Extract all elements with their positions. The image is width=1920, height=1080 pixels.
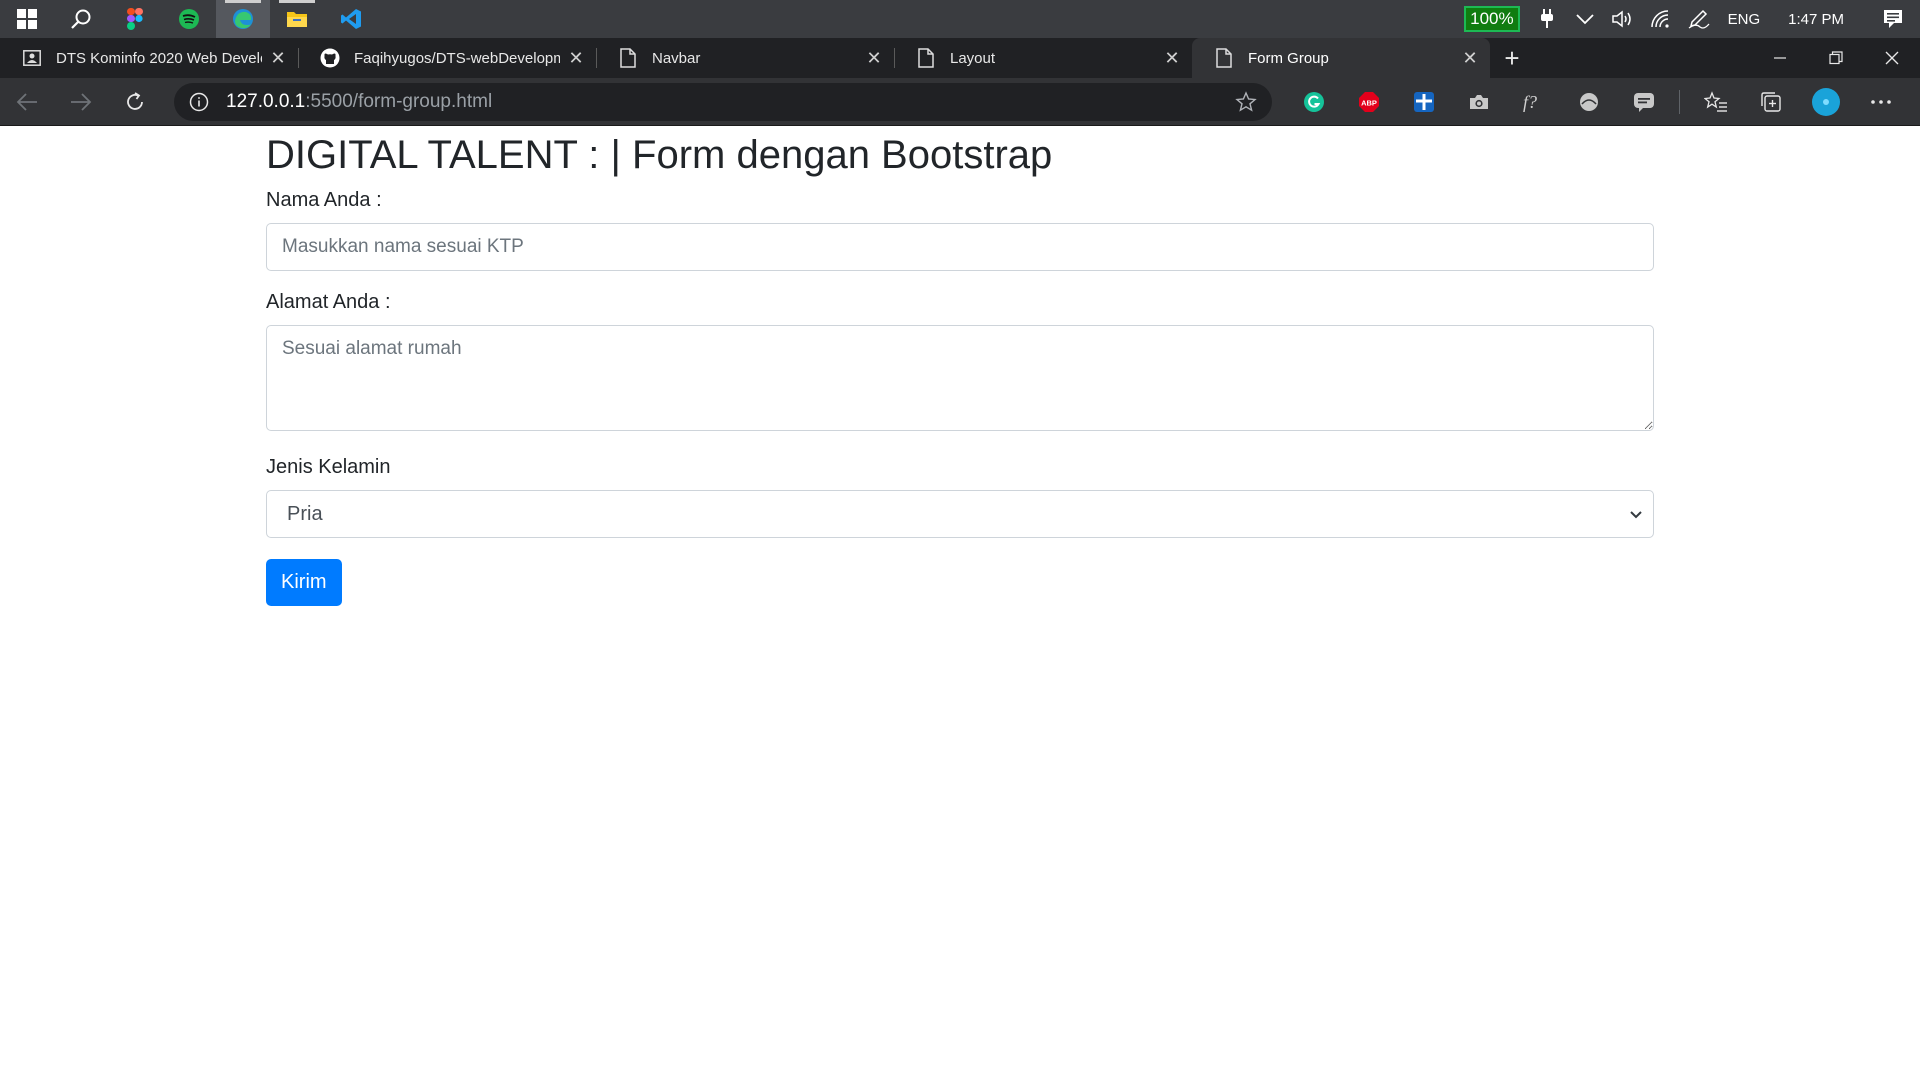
svg-text:ABP: ABP — [1361, 98, 1377, 107]
browser-toolbar: 127.0.0.1:5500/form-group.html ABP f? — [0, 78, 1920, 126]
tab-title: Form Group — [1248, 49, 1329, 67]
page-title: DIGITAL TALENT : | Form dengan Bootstrap — [266, 133, 1053, 177]
url-path: :5500/form-group.html — [305, 90, 493, 112]
profile-avatar[interactable] — [1798, 78, 1853, 126]
web-page: DIGITAL TALENT : | Form dengan Bootstrap… — [0, 127, 1920, 1080]
info-icon[interactable] — [188, 91, 210, 113]
camera-icon[interactable] — [1451, 78, 1506, 126]
name-input[interactable] — [266, 223, 1654, 271]
extension-sphere-icon[interactable] — [1561, 78, 1616, 126]
minimize-button[interactable] — [1752, 38, 1808, 78]
tab-close-icon[interactable]: ✕ — [566, 48, 586, 68]
github-icon — [320, 48, 340, 68]
tab-close-icon[interactable]: ✕ — [1460, 48, 1480, 68]
power-plug-icon[interactable] — [1528, 0, 1566, 38]
toolbar-separator — [1679, 89, 1680, 114]
edge-icon[interactable] — [216, 0, 270, 38]
tab-github[interactable]: Faqihyugos/DTS-webDevelopment ✕ — [298, 38, 596, 78]
tab-dts-kominfo[interactable]: DTS Kominfo 2020 Web Developer ✕ — [0, 38, 298, 78]
restore-button[interactable] — [1808, 38, 1864, 78]
gender-select[interactable]: Pria — [266, 490, 1654, 538]
name-label: Nama Anda : — [266, 189, 382, 211]
tab-layout[interactable]: Layout ✕ — [894, 38, 1192, 78]
tab-title: Navbar — [652, 49, 701, 67]
back-button[interactable] — [0, 78, 54, 126]
tab-form-group[interactable]: Form Group ✕ — [1192, 38, 1490, 78]
favorite-star-icon[interactable] — [1234, 90, 1258, 114]
url-host: 127.0.0.1 — [226, 90, 306, 112]
grammarly-icon[interactable] — [1286, 78, 1341, 126]
chevron-down-icon — [1630, 511, 1642, 519]
document-icon — [618, 48, 638, 68]
file-explorer-icon[interactable] — [270, 0, 324, 38]
figma-icon[interactable] — [108, 0, 162, 38]
submit-button[interactable]: Kirim — [266, 559, 342, 606]
extension-cross-icon[interactable] — [1396, 78, 1451, 126]
search-icon[interactable] — [54, 0, 108, 38]
address-label: Alamat Anda : — [266, 291, 391, 313]
tab-title: DTS Kominfo 2020 Web Developer — [56, 49, 262, 67]
forward-button[interactable] — [54, 78, 108, 126]
tab-navbar[interactable]: Navbar ✕ — [596, 38, 894, 78]
address-textarea[interactable] — [266, 325, 1654, 431]
chevron-up-icon[interactable] — [1566, 0, 1604, 38]
tab-title: Faqihyugos/DTS-webDevelopment — [354, 49, 560, 67]
svg-text:f?: f? — [1523, 92, 1537, 112]
address-bar[interactable]: 127.0.0.1:5500/form-group.html — [174, 82, 1272, 121]
address-form-group: Alamat Anda : — [266, 287, 1654, 436]
notification-icon[interactable] — [1866, 0, 1920, 38]
volume-icon[interactable] — [1604, 0, 1642, 38]
spotify-icon[interactable] — [162, 0, 216, 38]
adblock-plus-icon[interactable]: ABP — [1341, 78, 1396, 126]
tab-close-icon[interactable]: ✕ — [268, 48, 288, 68]
font-finder-icon[interactable]: f? — [1506, 78, 1561, 126]
name-form-group: Nama Anda : — [266, 185, 1654, 271]
form-container: DIGITAL TALENT : | Form dengan Bootstrap… — [266, 127, 1654, 606]
tab-title: Layout — [950, 49, 996, 67]
tab-close-icon[interactable]: ✕ — [1162, 48, 1182, 68]
gender-label: Jenis Kelamin — [266, 456, 391, 478]
battery-indicator[interactable]: 100% — [1464, 6, 1520, 32]
page-favicon-icon — [22, 48, 42, 68]
pen-icon[interactable] — [1680, 0, 1718, 38]
more-menu-icon[interactable] — [1853, 78, 1908, 126]
new-tab-button[interactable]: + — [1490, 38, 1534, 78]
document-icon — [1214, 48, 1234, 68]
clock[interactable]: 1:47 PM — [1770, 11, 1866, 28]
favorites-icon[interactable] — [1688, 78, 1743, 126]
tab-close-icon[interactable]: ✕ — [864, 48, 884, 68]
wifi-icon[interactable] — [1642, 0, 1680, 38]
vscode-icon[interactable] — [324, 0, 378, 38]
language-indicator[interactable]: ENG — [1718, 11, 1771, 28]
refresh-button[interactable] — [108, 78, 162, 126]
gender-form-group: Jenis Kelamin Pria — [266, 452, 1654, 538]
browser-tab-strip: DTS Kominfo 2020 Web Developer ✕ Faqihyu… — [0, 38, 1920, 78]
document-icon — [916, 48, 936, 68]
windows-taskbar: 100% ENG 1:47 PM — [0, 0, 1920, 38]
close-window-button[interactable] — [1864, 38, 1920, 78]
gender-selected-value: Pria — [287, 502, 323, 525]
collections-icon[interactable] — [1743, 78, 1798, 126]
chat-extension-icon[interactable] — [1616, 78, 1671, 126]
windows-start-icon[interactable] — [0, 0, 54, 38]
